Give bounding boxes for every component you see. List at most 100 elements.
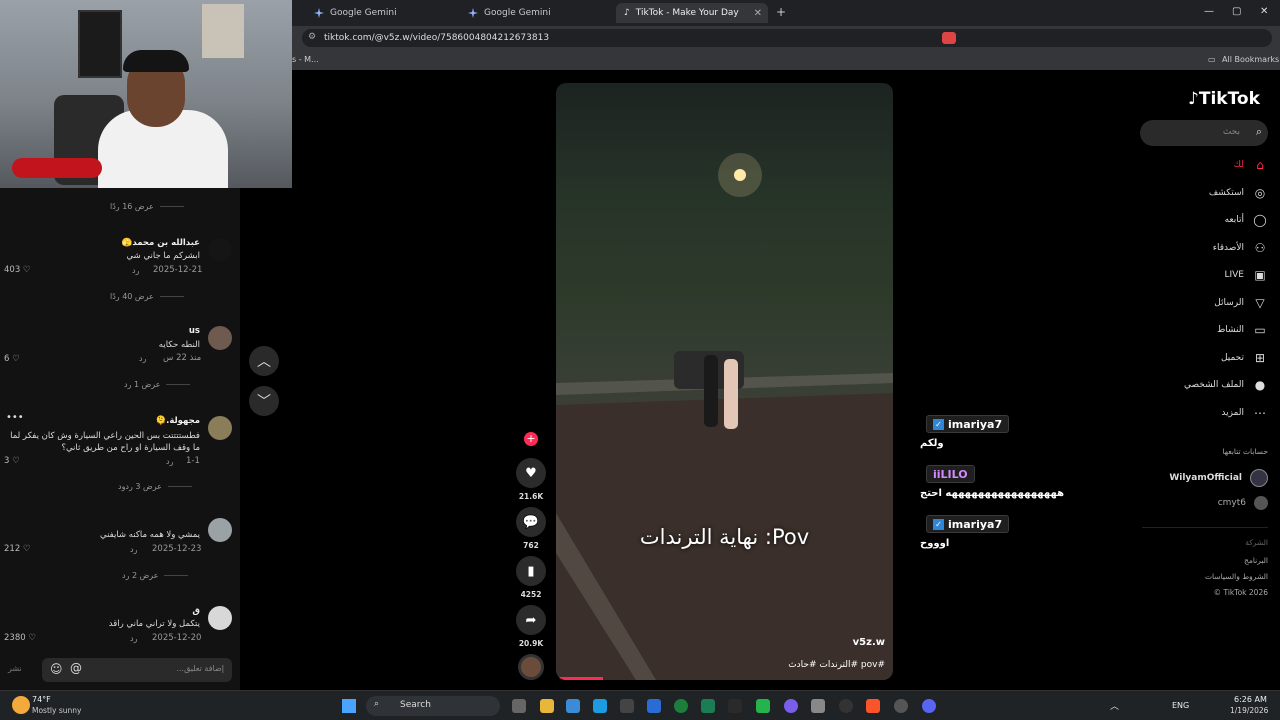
view-replies-link[interactable]: عرض 40 ردًا [110,292,184,301]
copilot-icon[interactable] [566,699,580,713]
store-icon[interactable] [620,699,634,713]
like-count[interactable]: 212 ♡ [4,544,31,554]
following-account[interactable]: WilyamOfficial [1169,469,1268,487]
clock-time[interactable]: 6:26 AM [1234,695,1267,704]
settings-icon[interactable] [894,699,908,713]
footer-link[interactable]: البرنامج [1244,556,1268,565]
bookmark-icon[interactable]: ▮ [516,556,546,586]
video-username[interactable]: v5z.w [853,637,885,648]
sidebar-item-for-you[interactable]: لك ⌂ [1234,158,1268,172]
weather-icon[interactable] [12,696,30,714]
like-count[interactable]: 2380 ♡ [4,633,36,643]
app-icon[interactable] [811,699,825,713]
brave-shield-icon[interactable] [942,32,956,44]
discord-icon[interactable] [922,699,936,713]
tiktok-logo[interactable]: ♪TikTok [1188,89,1260,109]
video-player[interactable]: نهاية الترندات :Pov v5z.w #pov #الترندات… [556,83,893,680]
minimize-button[interactable]: — [1204,6,1214,17]
view-replies-link[interactable]: عرض 1 رد [124,380,190,389]
sidebar-item-live[interactable]: LIVE ▣ [1224,268,1268,282]
reply-link[interactable]: رد [139,354,146,363]
comment-username[interactable]: عبدالله بن محمد🫣 [122,238,200,248]
tab-tiktok[interactable]: ♪ TikTok - Make Your Day ✕ [616,3,768,23]
obs-icon[interactable] [728,699,742,713]
avatar[interactable] [208,238,232,262]
like-count[interactable]: 403 ♡ [4,265,31,275]
avatar[interactable] [208,518,232,542]
comment-username[interactable]: ق [192,606,200,616]
tray-chevron-icon[interactable]: ︿ [1110,699,1119,712]
sidebar-item-profile[interactable]: الملف الشخصي ● [1184,378,1268,392]
avatar[interactable] [208,326,232,350]
search-input[interactable]: بحث ⌕ [1140,120,1268,146]
steam-icon[interactable] [839,699,853,713]
close-tab-icon[interactable]: ✕ [754,8,762,19]
view-replies-link[interactable]: عرض 3 ردود [118,482,192,491]
video-hashtags[interactable]: #pov #الترندات #حادث [788,660,885,670]
video-progress-bar[interactable] [556,677,604,680]
sidebar-item-messages[interactable]: الرسائل ▽ [1214,296,1268,310]
comment-input[interactable]: إضافة تعليق... ☺ @ [42,658,232,682]
reply-link[interactable]: رد [130,545,137,554]
taskbar-search[interactable]: ⌕ Search [366,696,500,716]
like-count[interactable]: 6 ♡ [4,354,20,364]
sidebar-item-activity[interactable]: النشاط ▭ [1217,323,1268,337]
save-action[interactable]: ▮ 4252 [516,556,546,599]
sound-disc[interactable] [516,654,546,680]
sidebar-item-explore[interactable]: استكشف ◎ [1209,186,1268,200]
sidebar-item-friends[interactable]: الأصدقاء ⚇ [1213,241,1268,255]
comment-username[interactable]: us [189,326,200,336]
edge-icon[interactable] [593,699,607,713]
weather-temp[interactable]: 74°F [32,695,51,704]
view-replies-link[interactable]: عرض 2 رد [122,571,188,580]
new-tab-button[interactable]: + [776,5,786,19]
avatar[interactable] [208,606,232,630]
weather-desc[interactable]: Mostly sunny [32,706,81,715]
heart-icon[interactable]: ♥ [516,458,546,488]
media-icon[interactable] [756,699,770,713]
terminal-icon[interactable] [701,699,715,713]
post-comment-button[interactable]: نشر [8,664,22,673]
search-icon[interactable]: ⌕ [1256,125,1262,139]
share-action[interactable]: ➦ 20.9K [516,605,546,648]
close-window-button[interactable]: ✕ [1260,6,1268,17]
language-indicator[interactable]: ENG [1172,701,1189,710]
reply-link[interactable]: رد [132,266,139,275]
footer-link[interactable]: الشركة [1245,538,1268,547]
follow-button[interactable]: + [516,432,546,446]
sidebar-item-upload[interactable]: تحميل ⊞ [1221,351,1268,365]
task-view-icon[interactable] [512,699,526,713]
tab-gemini-1[interactable]: Google Gemini [306,3,456,23]
sidebar-item-more[interactable]: المزيد ⋯ [1221,406,1268,420]
comment-action[interactable]: 💬 762 [516,507,546,550]
mail-icon[interactable] [647,699,661,713]
clock-date[interactable]: 1/19/2026 [1230,706,1268,715]
comment-username[interactable]: مجهولة.🫠 [156,416,201,426]
reply-link[interactable]: رد [130,634,137,643]
maximize-button[interactable]: ▢ [1232,6,1241,17]
view-replies-link[interactable]: عرض 16 ردًا [110,202,184,211]
sidebar-item-following[interactable]: أتابعه ◯ [1225,213,1268,227]
like-action[interactable]: ♥ 21.6K [516,458,546,501]
previous-video-button[interactable]: ︿ [249,346,279,376]
next-video-button[interactable]: ﹀ [249,386,279,416]
mention-icon[interactable]: @ [70,661,82,675]
following-account[interactable]: cmyt6 [1218,496,1268,510]
url-field[interactable]: ⚙ tiktok.com/@v5z.w/video/75860048042126… [302,29,1272,47]
windows-start-icon[interactable] [342,699,356,713]
file-explorer-icon[interactable] [540,699,554,713]
app-icon[interactable] [674,699,688,713]
brave-icon[interactable] [866,699,880,713]
comment-icon[interactable]: 💬 [516,507,546,537]
site-info-icon[interactable]: ⚙ [308,32,316,42]
footer-link[interactable]: الشروط والسياسات [1205,572,1268,581]
share-icon[interactable]: ➦ [516,605,546,635]
tab-gemini-2[interactable]: Google Gemini [460,3,610,23]
all-bookmarks-link[interactable]: All Bookmarks [1222,55,1279,64]
avatar[interactable] [208,416,232,440]
like-count[interactable]: 3 ♡ [4,456,20,466]
app-icon[interactable] [784,699,798,713]
bookmark-item[interactable]: s - M... [292,55,319,64]
reply-link[interactable]: رد [166,457,173,466]
emoji-icon[interactable]: ☺ [50,662,63,676]
